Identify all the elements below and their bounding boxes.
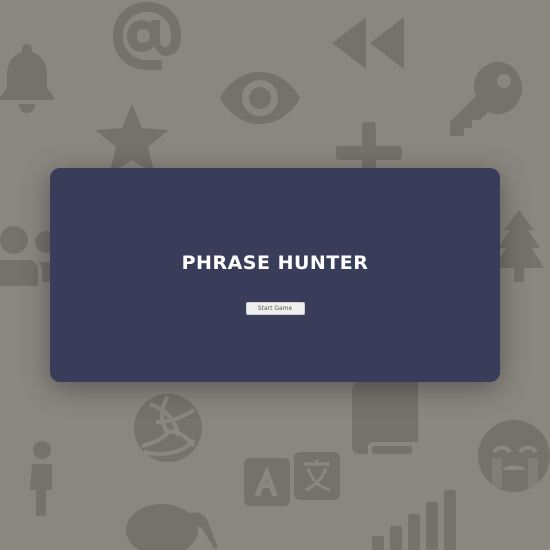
bell-icon [0, 44, 54, 113]
key-icon [450, 62, 522, 136]
at-sign-icon [113, 2, 181, 70]
crying-face-icon [478, 420, 550, 492]
translate-icon [244, 452, 340, 506]
volleyball-icon [134, 394, 202, 462]
signal-icon [372, 490, 456, 550]
kiwi-icon [126, 504, 218, 550]
start-game-button[interactable]: Start Game [245, 301, 305, 315]
rewind-icon [332, 17, 404, 69]
book-icon [352, 380, 418, 454]
eye-icon [220, 72, 300, 124]
star-icon [95, 104, 169, 175]
person-icon [30, 441, 52, 516]
tree-icon [494, 210, 544, 282]
start-overlay: PHRASE HUNTER Start Game [50, 168, 500, 382]
game-title: PHRASE HUNTER [181, 252, 369, 274]
